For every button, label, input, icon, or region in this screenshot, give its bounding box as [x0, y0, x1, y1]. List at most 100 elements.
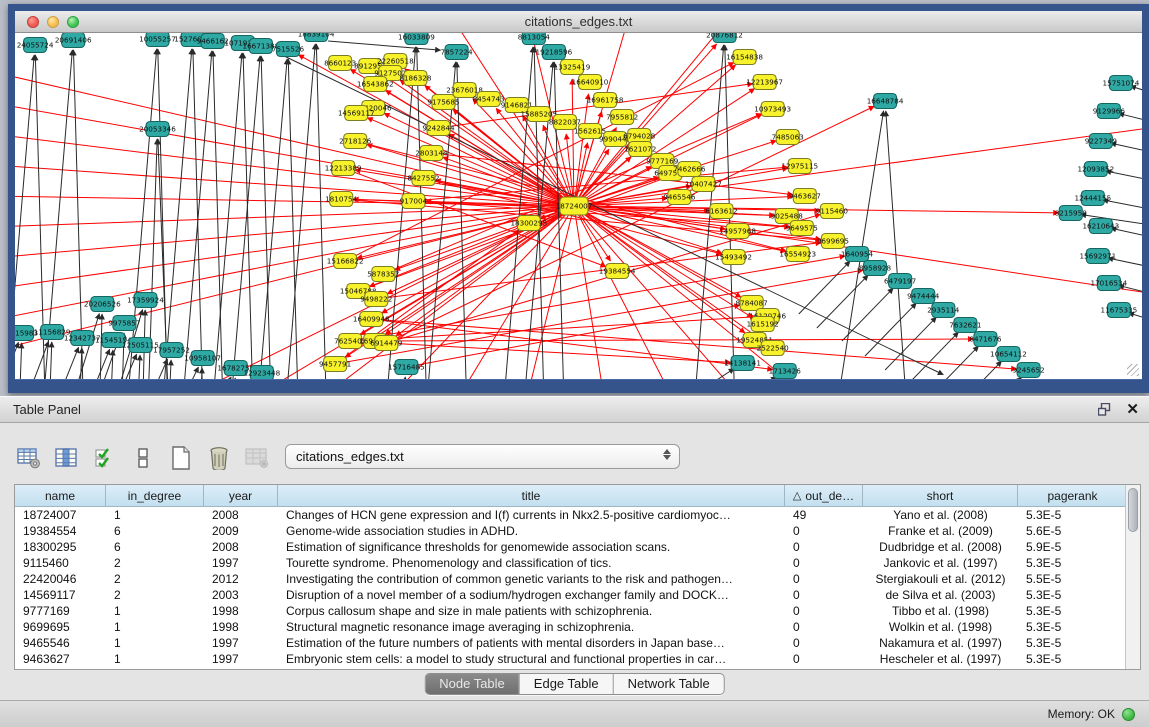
graph-node-label: 18300295 [510, 219, 547, 228]
cell-out_degree: 0 [785, 603, 863, 619]
column-header-pagerank[interactable]: pagerank [1018, 485, 1128, 506]
graph-node-label: 1615192 [747, 320, 779, 329]
cell-year: 2003 [204, 587, 278, 603]
network-table-select-value: citations_edges.txt [296, 449, 404, 464]
cell-short: Tibbo et al. (1998) [863, 603, 1018, 619]
cell-name: 22420046 [15, 571, 106, 587]
graph-node-label: 9115460 [816, 207, 849, 216]
resize-grip[interactable] [1127, 364, 1139, 376]
cell-pagerank: 5.9E-5 [1018, 539, 1128, 555]
column-header-title[interactable]: title [278, 485, 785, 506]
column-header-name[interactable]: name [15, 485, 106, 506]
cell-title: Tourette syndrome. Phenomenology and cla… [278, 555, 785, 571]
table-mode-icon[interactable] [130, 447, 156, 469]
graph-node-label: 9498222 [360, 295, 392, 304]
graph-node-label: 9175685 [427, 98, 459, 107]
cell-out_degree: 0 [785, 587, 863, 603]
graph-node-label: 1810754 [325, 195, 358, 204]
graph-node-label: 18839104 [298, 33, 335, 39]
cell-pagerank: 5.3E-5 [1018, 635, 1128, 651]
table-row[interactable]: 969969511998Structural magnetic resonanc… [15, 619, 1140, 635]
window-titlebar[interactable]: citations_edges.txt [15, 11, 1142, 33]
column-visibility-icon[interactable] [54, 447, 80, 469]
minimize-window-icon[interactable] [47, 16, 59, 28]
cell-pagerank: 5.3E-5 [1018, 651, 1128, 667]
zoom-window-icon[interactable] [67, 16, 79, 28]
tab-node-table[interactable]: Node Table [425, 674, 520, 694]
graph-node-label: 14138141 [724, 359, 761, 368]
cell-in_degree: 1 [106, 507, 204, 523]
tab-network-table[interactable]: Network Table [614, 674, 724, 694]
network-table-select[interactable]: citations_edges.txt [285, 444, 680, 469]
graph-node-label: 16640910 [572, 78, 609, 87]
table-row[interactable]: 1456911722003Disruption of a novel membe… [15, 587, 1140, 603]
graph-node-label: 9649575 [786, 224, 818, 233]
float-panel-icon[interactable] [1098, 403, 1112, 416]
graph-node-label: 16409948 [353, 315, 390, 324]
table-row[interactable]: 946554611997Estimation of the future num… [15, 635, 1140, 651]
graph-node-label: 7632621 [949, 321, 981, 330]
graph-node-label: 7857224 [440, 48, 473, 57]
column-header-year[interactable]: year [204, 485, 278, 506]
row-selection-icon[interactable] [92, 447, 118, 469]
graph-node-label: 9465546 [663, 193, 696, 202]
table-row[interactable]: 2242004622012Investigating the contribut… [15, 571, 1140, 587]
graph-node-label: 16154838 [726, 53, 763, 62]
graph-node-label: 917004 [400, 197, 428, 206]
graph-node-label: 7955812 [606, 113, 638, 122]
memory-status-label: Memory: OK [1048, 707, 1115, 721]
cell-out_degree: 0 [785, 539, 863, 555]
graph-node-label: 2522540 [757, 344, 790, 353]
cell-title: Embryonic stem cells: a model to study s… [278, 651, 785, 667]
table-options-icon[interactable] [16, 447, 42, 469]
table-body: 1872400712008Changes of HCN gene express… [15, 507, 1140, 667]
column-header-short[interactable]: short [863, 485, 1018, 506]
sort-ascending-icon: △ [793, 489, 801, 502]
graph-node-label: 12213389 [325, 164, 362, 173]
cell-title: Estimation of the future numbers of pati… [278, 635, 785, 651]
table-row[interactable]: 977716911998Corpus callosum shape and si… [15, 603, 1140, 619]
column-header-out_degree[interactable]: △out_de… [785, 485, 863, 506]
column-header-in_degree[interactable]: in_degree [106, 485, 204, 506]
cell-pagerank: 5.3E-5 [1018, 587, 1128, 603]
graph-node-label: 15692971 [1079, 252, 1116, 261]
graph-node-label: 8958928 [859, 264, 892, 273]
tab-edge-table[interactable]: Edge Table [520, 674, 614, 694]
graph-node-label: 11675335 [1101, 306, 1138, 315]
close-window-icon[interactable] [27, 16, 39, 28]
cell-out_degree: 0 [785, 523, 863, 539]
citation-network-graph[interactable]: 1872400786601238912954222605189127502165… [15, 33, 1142, 379]
graph-node-label: 18724007 [556, 202, 593, 211]
table-row[interactable]: 911546021997Tourette syndrome. Phenomeno… [15, 555, 1140, 571]
graph-node-label: 15493492 [715, 253, 752, 262]
cell-name: 18300295 [15, 539, 106, 555]
cell-name: 14569117 [15, 587, 106, 603]
graph-node-label: 9242844 [422, 124, 455, 133]
table-scrollbar-thumb[interactable] [1128, 488, 1138, 532]
cell-short: Jankovic et al. (1997) [863, 555, 1018, 571]
table-row[interactable]: 1872400712008Changes of HCN gene express… [15, 507, 1140, 523]
graph-node-label: 9227349 [1085, 137, 1118, 146]
memory-status-icon[interactable] [1122, 708, 1135, 721]
graph-node-label: 12444155 [1074, 194, 1111, 203]
graph-node-label: 14957968 [719, 227, 756, 236]
cell-out_degree: 0 [785, 651, 863, 667]
new-table-icon[interactable] [168, 446, 194, 470]
graph-node-label: 8813054 [518, 33, 551, 42]
graph-node-label: 8163612 [705, 207, 737, 216]
table-scrollbar[interactable] [1125, 485, 1140, 669]
close-panel-icon[interactable]: ✕ [1126, 402, 1139, 417]
graph-node-label: 1640954 [841, 250, 874, 259]
select-stepper-icon [663, 449, 671, 460]
cell-year: 2008 [204, 507, 278, 523]
delete-table-icon[interactable] [206, 446, 232, 470]
table-row[interactable]: 946362711997Embryonic stem cells: a mode… [15, 651, 1140, 667]
network-canvas[interactable]: 1872400786601238912954222605189127502165… [15, 33, 1142, 379]
graph-node-label: 15716485 [388, 363, 425, 372]
graph-node-label: 16554923 [779, 250, 816, 259]
table-row[interactable]: 1938455462009Genome-wide association stu… [15, 523, 1140, 539]
cell-in_degree: 1 [106, 651, 204, 667]
table-row[interactable]: 1830029562008Estimation of significance … [15, 539, 1140, 555]
cell-pagerank: 5.3E-5 [1018, 555, 1128, 571]
graph-node-label: 16543862 [357, 80, 394, 89]
